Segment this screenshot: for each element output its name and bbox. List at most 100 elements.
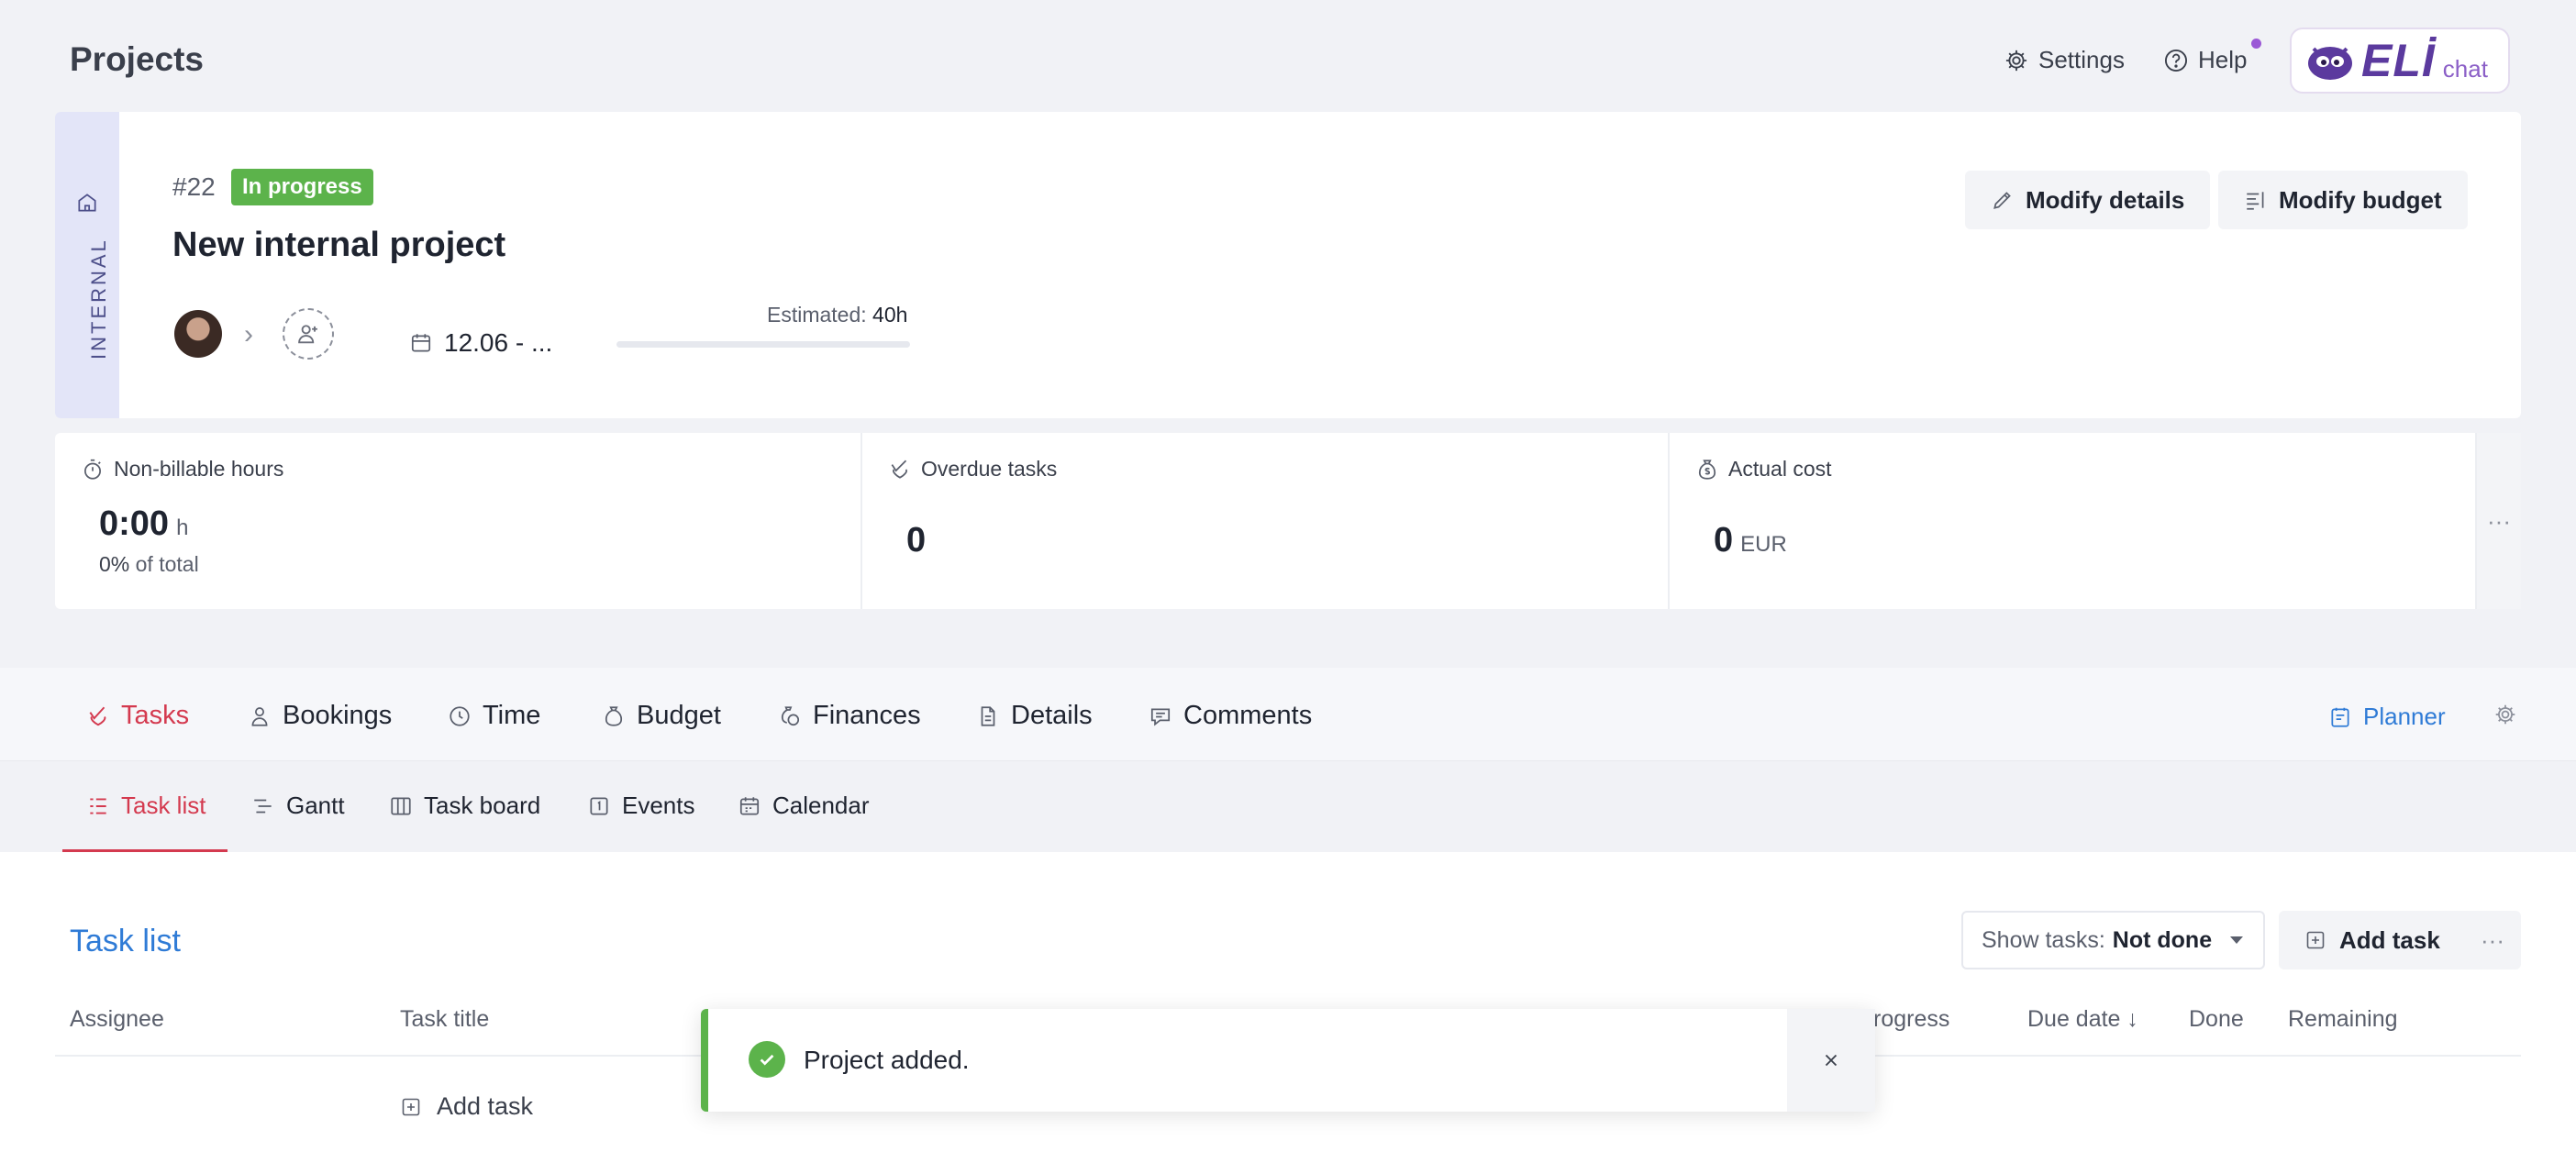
- tab-details[interactable]: Details: [976, 701, 1093, 731]
- subtab-gantt[interactable]: Gantt: [251, 792, 345, 820]
- modify-budget-label: Modify budget: [2279, 185, 2442, 214]
- add-task-button[interactable]: Add task: [2279, 911, 2466, 969]
- inline-add-task-label: Add task: [437, 1092, 534, 1120]
- subtab-task-board[interactable]: Task board: [389, 792, 540, 820]
- help-icon: [2163, 48, 2189, 73]
- filter-prefix: Show tasks:: [1982, 926, 2105, 953]
- clock-icon: [448, 704, 472, 728]
- success-check-icon: [749, 1041, 785, 1078]
- help-link[interactable]: Help: [2163, 46, 2247, 74]
- stat-subtext: 0% of total: [99, 552, 199, 577]
- stat-unit: EUR: [1740, 532, 1787, 557]
- filter-value: Not done: [2112, 926, 2213, 953]
- stat-overdue-tasks: Overdue tasks 0: [862, 433, 1670, 609]
- comment-icon: [1149, 704, 1172, 728]
- tab-time[interactable]: Time: [448, 701, 540, 731]
- task-list-more-button[interactable]: ···: [2464, 911, 2521, 969]
- add-person-icon: [295, 321, 321, 347]
- task-view-tabs: Task list Gantt Task board Events Calend…: [0, 762, 2576, 852]
- add-task-label: Add task: [2339, 925, 2440, 954]
- add-person-button[interactable]: [283, 308, 334, 360]
- project-name: New internal project: [172, 226, 506, 264]
- estimated-label: Estimated:: [767, 303, 867, 327]
- column-header-progress[interactable]: rogress: [1873, 1006, 1949, 1033]
- budget-list-icon: [2244, 188, 2268, 212]
- coins-icon: [778, 704, 802, 728]
- estimated-value: 40h: [872, 303, 908, 327]
- toast-notification: Project added.: [701, 1009, 1875, 1112]
- close-icon: [1821, 1050, 1841, 1070]
- subtab-task-list[interactable]: Task list: [86, 792, 205, 820]
- stat-number: 0: [906, 521, 927, 559]
- column-header-remaining[interactable]: Remaining: [2288, 1006, 2398, 1033]
- stat-label: Actual cost: [1728, 457, 1832, 481]
- check-heart-icon: [86, 704, 110, 728]
- board-icon: [389, 794, 413, 818]
- column-header-assignee[interactable]: Assignee: [70, 1006, 164, 1033]
- gantt-icon: [251, 794, 275, 818]
- project-card: INTERNAL #22 In progress New internal pr…: [55, 112, 2521, 418]
- settings-label: Settings: [2038, 46, 2125, 73]
- planner-icon: [2328, 705, 2352, 729]
- column-header-due-date[interactable]: Due date ↓: [2027, 1006, 2138, 1033]
- modify-details-button[interactable]: Modify details: [1965, 171, 2211, 229]
- gear-icon: [2493, 703, 2517, 726]
- column-header-done[interactable]: Done: [2189, 1006, 2244, 1033]
- avatar[interactable]: [174, 310, 222, 358]
- stat-header: Overdue tasks: [888, 457, 1057, 482]
- modify-budget-button[interactable]: Modify budget: [2218, 171, 2468, 229]
- stat-sub-value: 0%: [99, 552, 130, 576]
- estimated-hours: Estimated: 40h: [767, 303, 907, 327]
- tab-label: Budget: [637, 701, 721, 730]
- help-label: Help: [2198, 46, 2248, 73]
- eli-chat-button[interactable]: ELİ chat: [2290, 28, 2510, 94]
- stat-sub-text: of total: [135, 552, 199, 576]
- project-date-range[interactable]: 12.06 - ...: [409, 328, 552, 358]
- tab-finances[interactable]: Finances: [778, 701, 921, 731]
- calendar-icon: [738, 794, 761, 818]
- tab-label: Finances: [813, 701, 921, 730]
- stat-header: Non-billable hours: [81, 457, 283, 482]
- tab-settings-button[interactable]: [2493, 703, 2517, 726]
- tab-label: Tasks: [121, 701, 190, 730]
- caret-down-icon: [2228, 935, 2245, 946]
- status-badge: In progress: [231, 169, 373, 205]
- tab-label: Details: [1011, 701, 1093, 730]
- tab-budget[interactable]: Budget: [602, 701, 721, 731]
- stat-number: 0: [1714, 521, 1734, 559]
- stats-more-button[interactable]: ···: [2477, 433, 2521, 609]
- document-icon: [976, 704, 1000, 728]
- estimated-progress-bar: [616, 341, 910, 348]
- stat-value: 0 EUR: [1714, 521, 1787, 560]
- plus-square-icon: [400, 1096, 422, 1118]
- column-header-task-title[interactable]: Task title: [400, 1006, 489, 1033]
- project-type-strip: INTERNAL: [55, 112, 119, 418]
- toast-close-button[interactable]: [1787, 1009, 1875, 1112]
- subtab-calendar[interactable]: Calendar: [738, 792, 870, 820]
- stat-header: Actual cost: [1695, 457, 1832, 482]
- stat-value: 0:00 h: [99, 504, 188, 544]
- settings-link[interactable]: Settings: [2004, 46, 2125, 74]
- person-icon: [248, 704, 272, 728]
- date-range-text: 12.06 - ...: [444, 328, 553, 357]
- stat-unit: h: [176, 515, 189, 540]
- task-list-title: Task list: [70, 924, 181, 958]
- tab-label: Time: [483, 701, 541, 730]
- planner-button[interactable]: Planner: [2328, 703, 2446, 731]
- project-tabs: Tasks Bookings Time Budget Finances Deta…: [0, 668, 2576, 761]
- tab-tasks[interactable]: Tasks: [86, 701, 189, 731]
- chevron-right-icon: ›: [244, 319, 253, 349]
- inline-add-task[interactable]: Add task: [400, 1092, 533, 1121]
- list-icon: [86, 794, 110, 818]
- tab-bookings[interactable]: Bookings: [248, 701, 392, 731]
- calendar-icon: [409, 331, 433, 355]
- task-list-section: Task list Show tasks: Not done Add task …: [0, 852, 2576, 1163]
- stat-actual-cost: Actual cost 0 EUR: [1670, 433, 2477, 609]
- subtab-label: Events: [622, 792, 695, 819]
- subtab-events[interactable]: Events: [587, 792, 695, 820]
- plus-square-icon: [2304, 929, 2326, 951]
- show-tasks-filter[interactable]: Show tasks: Not done: [1961, 911, 2266, 969]
- gear-icon: [2004, 48, 2029, 73]
- subtab-label: Gantt: [286, 792, 345, 819]
- tab-comments[interactable]: Comments: [1149, 701, 1312, 731]
